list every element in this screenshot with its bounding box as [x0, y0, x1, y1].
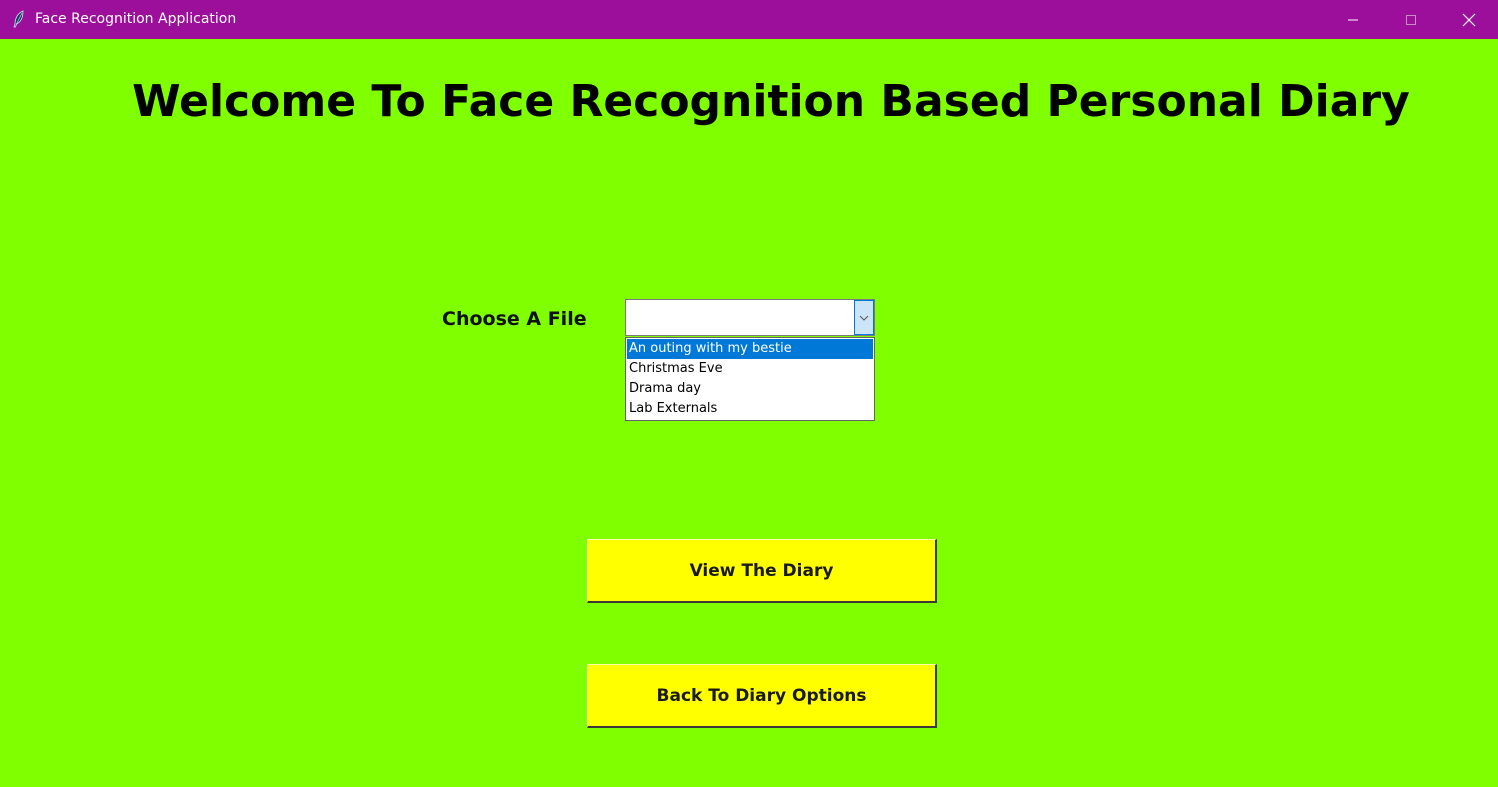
- minimize-button[interactable]: [1324, 0, 1382, 39]
- file-dropdown-list[interactable]: An outing with my bestie Christmas Eve D…: [625, 337, 875, 421]
- title-bar[interactable]: Face Recognition Application: [0, 0, 1498, 39]
- close-icon: [1462, 13, 1476, 26]
- dropdown-option[interactable]: An outing with my bestie: [627, 339, 873, 359]
- feather-icon: [13, 10, 24, 28]
- close-button[interactable]: [1440, 0, 1498, 39]
- dropdown-option[interactable]: Christmas Eve: [627, 359, 873, 379]
- maximize-icon: [1406, 14, 1416, 25]
- dropdown-option[interactable]: Drama day: [627, 379, 873, 399]
- file-select-combobox[interactable]: [625, 299, 875, 336]
- choose-file-label: Choose A File: [442, 308, 587, 330]
- back-to-diary-options-button[interactable]: Back To Diary Options: [587, 664, 937, 728]
- dropdown-button[interactable]: [854, 300, 874, 335]
- page-title: Welcome To Face Recognition Based Person…: [132, 76, 1410, 127]
- app-window: Face Recognition Application Welcome To …: [0, 0, 1498, 787]
- minimize-icon: [1348, 19, 1358, 20]
- chevron-down-icon: [859, 315, 869, 321]
- window-title: Face Recognition Application: [35, 11, 237, 27]
- view-diary-button[interactable]: View The Diary: [587, 539, 937, 603]
- dropdown-option[interactable]: Lab Externals: [627, 399, 873, 419]
- maximize-button[interactable]: [1382, 0, 1440, 39]
